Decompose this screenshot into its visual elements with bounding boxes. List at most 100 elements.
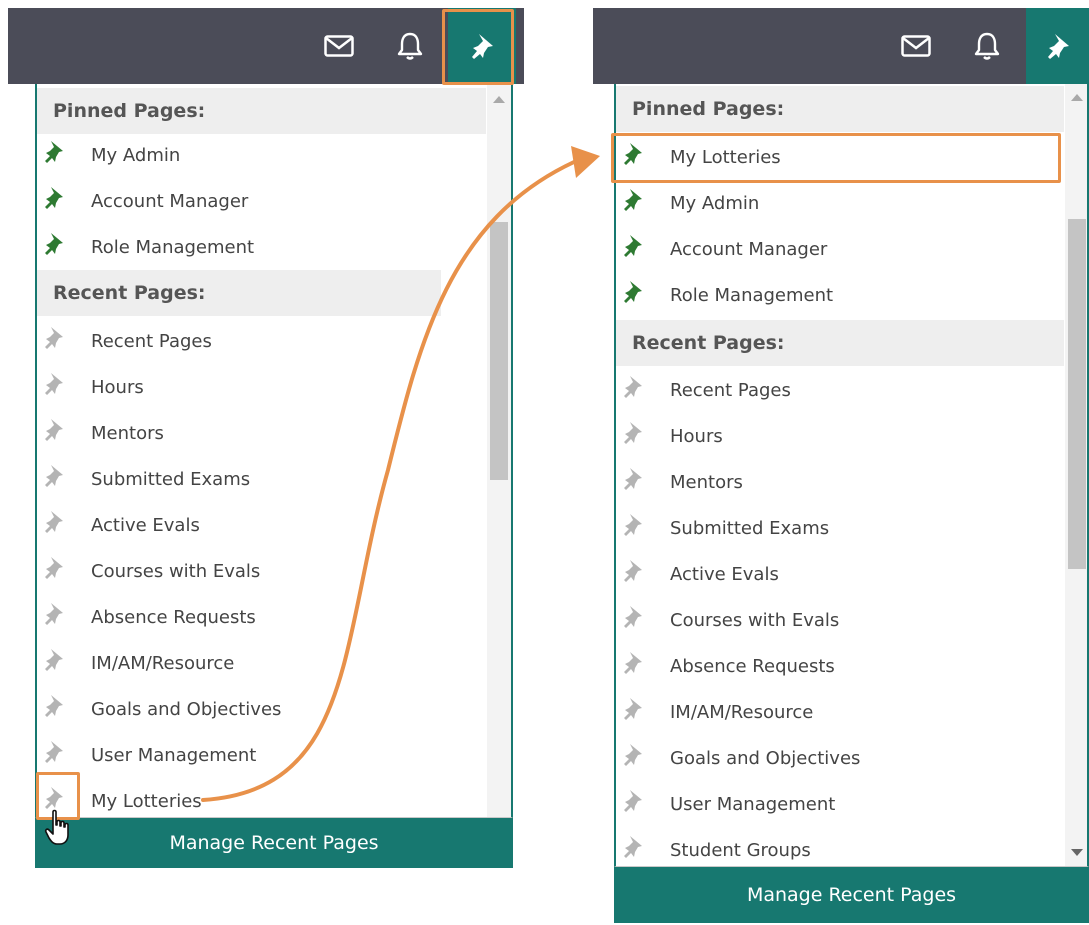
item-label: Mentors — [91, 422, 164, 444]
item-label: Absence Requests — [91, 606, 256, 628]
bell-icon — [397, 32, 423, 60]
list-item[interactable]: User Management — [37, 732, 486, 778]
pin-inactive-icon[interactable] — [43, 786, 65, 810]
mail-icon — [901, 35, 931, 57]
item-label: Student Groups — [670, 839, 811, 861]
list-item[interactable]: Recent Pages — [37, 318, 486, 364]
item-label: Submitted Exams — [670, 517, 830, 539]
pin-inactive-icon[interactable] — [622, 375, 644, 399]
item-label: Recent Pages — [670, 379, 791, 401]
pin-inactive-icon[interactable] — [43, 372, 65, 396]
item-label: User Management — [670, 793, 836, 815]
scrollbar[interactable] — [1065, 84, 1087, 866]
list-item[interactable]: Submitted Exams — [616, 505, 1064, 551]
hand-pointer-icon — [44, 809, 69, 845]
pin-inactive-icon[interactable] — [622, 605, 644, 629]
pinned-pages-dropdown: Pinned Pages: My Admin Account Manager R… — [35, 84, 513, 818]
notifications-button[interactable] — [376, 8, 444, 84]
list-item[interactable]: Hours — [37, 364, 486, 410]
item-label: Mentors — [670, 471, 743, 493]
manage-recent-pages-button[interactable]: Manage Recent Pages — [35, 818, 513, 868]
pin-active-icon[interactable] — [622, 280, 644, 304]
list-item[interactable]: Absence Requests — [37, 594, 486, 640]
list-item[interactable]: Account Manager — [616, 226, 1064, 272]
list-item[interactable]: Account Manager — [37, 178, 486, 224]
list-item[interactable]: Student Groups — [616, 827, 1064, 866]
pinned-pages-button[interactable] — [448, 8, 516, 84]
scrollbar[interactable] — [487, 84, 511, 817]
item-label: Absence Requests — [670, 655, 835, 677]
item-label: Goals and Objectives — [91, 698, 282, 720]
list-item[interactable]: My Lotteries — [616, 134, 1064, 180]
list-item[interactable]: Submitted Exams — [37, 456, 486, 502]
recent-pages-header: Recent Pages: — [616, 320, 1064, 366]
list-item[interactable]: Mentors — [616, 459, 1064, 505]
list-item[interactable]: Courses with Evals — [616, 597, 1064, 643]
list-item[interactable]: IM/AM/Resource — [37, 640, 486, 686]
list-item[interactable]: Recent Pages — [616, 367, 1064, 413]
pin-inactive-icon[interactable] — [43, 326, 65, 350]
scroll-up-arrow[interactable] — [1071, 94, 1083, 101]
list-item[interactable]: My Lotteries — [37, 778, 486, 817]
list-item[interactable]: Hours — [616, 413, 1064, 459]
item-label: My Admin — [670, 192, 760, 214]
item-label: Goals and Objectives — [670, 747, 861, 769]
pin-inactive-icon[interactable] — [622, 743, 644, 767]
pin-inactive-icon[interactable] — [43, 464, 65, 488]
pin-active-icon[interactable] — [43, 232, 65, 256]
pin-icon — [472, 34, 493, 59]
item-label: Hours — [91, 376, 144, 398]
item-label: Active Evals — [670, 563, 779, 585]
pin-inactive-icon[interactable] — [43, 418, 65, 442]
pin-inactive-icon[interactable] — [622, 697, 644, 721]
list-item[interactable]: Role Management — [37, 224, 486, 270]
list-item[interactable]: My Admin — [37, 132, 486, 178]
scroll-thumb[interactable] — [490, 222, 508, 480]
scroll-down-arrow[interactable] — [1071, 849, 1083, 856]
pin-inactive-icon[interactable] — [622, 789, 644, 813]
pin-inactive-icon[interactable] — [43, 556, 65, 580]
item-label: My Lotteries — [91, 790, 202, 812]
notifications-button[interactable] — [953, 8, 1021, 84]
list-item[interactable]: Role Management — [616, 272, 1064, 318]
bell-icon — [974, 32, 1000, 60]
top-bar — [8, 8, 524, 84]
pin-inactive-icon[interactable] — [43, 740, 65, 764]
pin-inactive-icon[interactable] — [43, 602, 65, 626]
list-item[interactable]: Mentors — [37, 410, 486, 456]
pin-inactive-icon[interactable] — [622, 835, 644, 859]
item-label: Submitted Exams — [91, 468, 251, 490]
list-item[interactable]: Courses with Evals — [37, 548, 486, 594]
pin-icon — [1047, 34, 1069, 59]
pin-active-icon[interactable] — [622, 188, 644, 212]
pin-active-icon[interactable] — [43, 140, 65, 164]
pin-inactive-icon[interactable] — [43, 510, 65, 534]
pin-inactive-icon[interactable] — [622, 421, 644, 445]
pin-inactive-icon[interactable] — [622, 559, 644, 583]
pinned-pages-header: Pinned Pages: — [616, 86, 1064, 132]
mail-button[interactable] — [882, 8, 950, 84]
pin-inactive-icon[interactable] — [622, 651, 644, 675]
pin-active-icon[interactable] — [622, 142, 644, 166]
mail-icon — [324, 35, 354, 57]
item-label: My Admin — [91, 144, 181, 166]
mail-button[interactable] — [305, 8, 373, 84]
list-item[interactable]: User Management — [616, 781, 1064, 827]
pin-inactive-icon[interactable] — [622, 513, 644, 537]
pinned-pages-button[interactable] — [1026, 8, 1089, 84]
pin-active-icon[interactable] — [43, 186, 65, 210]
list-item[interactable]: Active Evals — [37, 502, 486, 548]
list-item[interactable]: Absence Requests — [616, 643, 1064, 689]
list-item[interactable]: Goals and Objectives — [616, 735, 1064, 781]
pin-active-icon[interactable] — [622, 234, 644, 258]
pin-inactive-icon[interactable] — [622, 467, 644, 491]
list-item[interactable]: My Admin — [616, 180, 1064, 226]
manage-recent-pages-button[interactable]: Manage Recent Pages — [614, 867, 1089, 923]
pin-inactive-icon[interactable] — [43, 648, 65, 672]
scroll-thumb[interactable] — [1068, 219, 1086, 569]
list-item[interactable]: Active Evals — [616, 551, 1064, 597]
list-item[interactable]: IM/AM/Resource — [616, 689, 1064, 735]
scroll-up-arrow[interactable] — [493, 96, 505, 103]
pin-inactive-icon[interactable] — [43, 694, 65, 718]
list-item[interactable]: Goals and Objectives — [37, 686, 486, 732]
